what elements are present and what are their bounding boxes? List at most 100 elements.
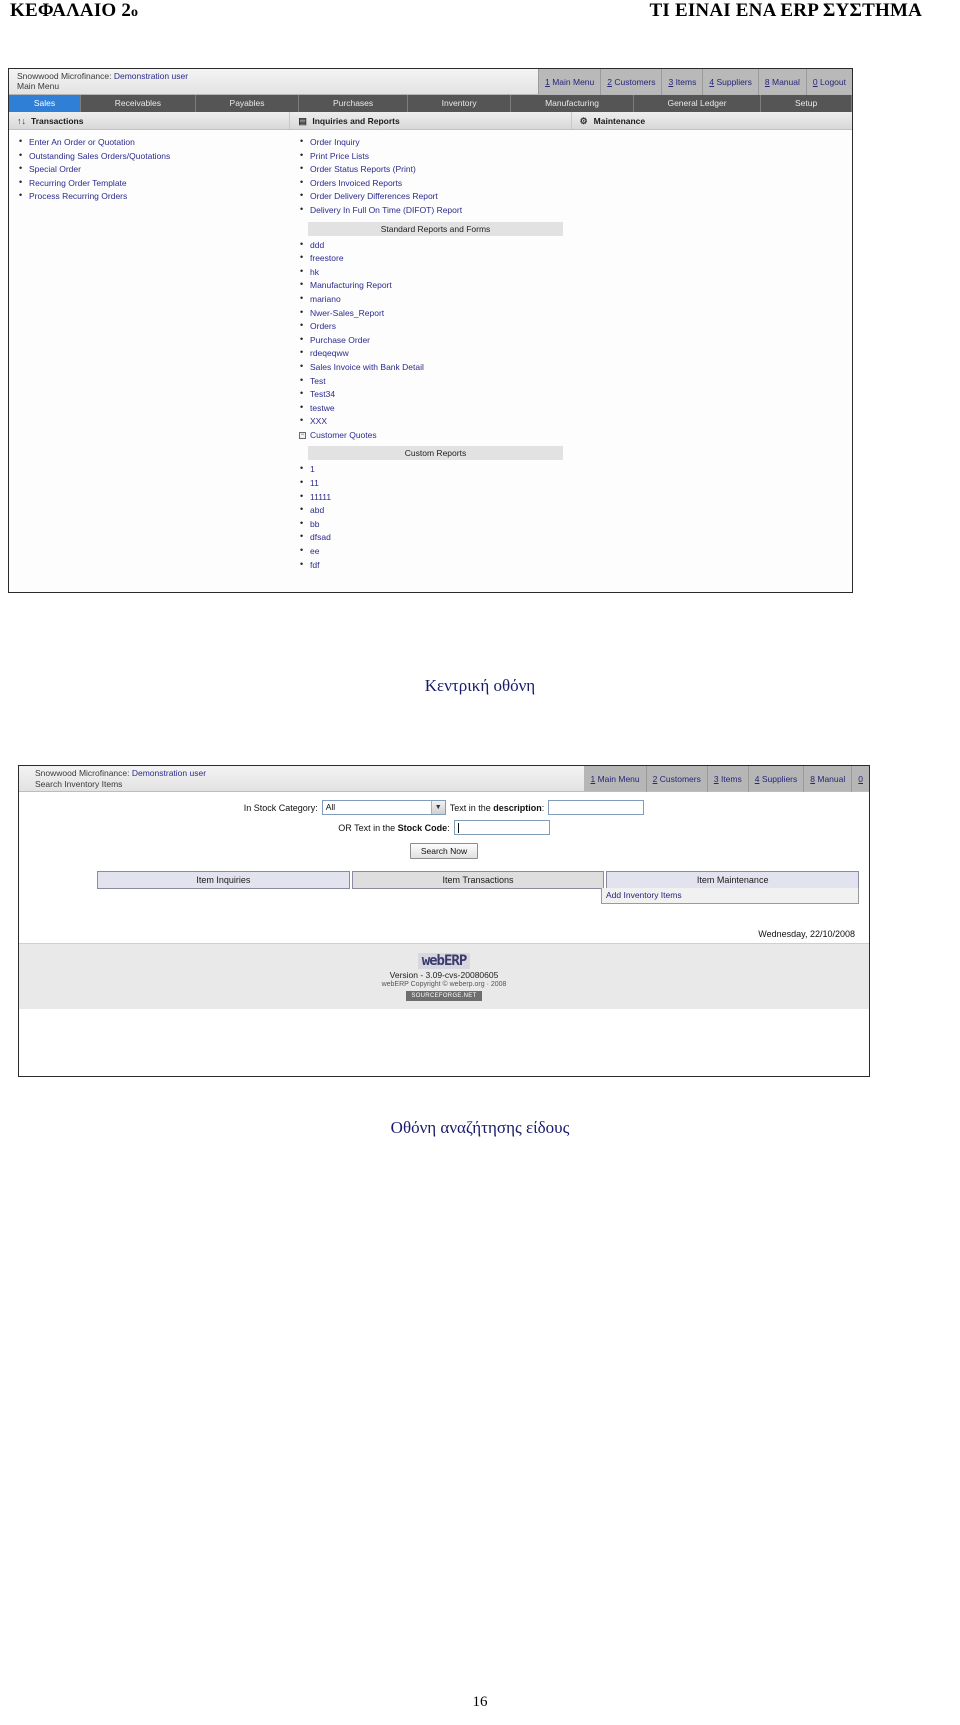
current-user: Demonstration user <box>131 768 207 778</box>
select-stock-category[interactable]: All ▼ <box>321 800 446 815</box>
link-label: Orders <box>310 321 336 332</box>
list-item[interactable]: Special Order <box>17 162 282 177</box>
tab-setup[interactable]: Setup <box>761 95 852 112</box>
nav-link-manual[interactable]: 8 Manual <box>804 765 853 792</box>
submenu-add-inventory-items[interactable]: Add Inventory Items <box>601 888 859 904</box>
nav-link-suppliers[interactable]: 4 Suppliers <box>703 68 759 95</box>
chart-icon: ▤ <box>298 115 307 126</box>
tab-item-inquiries[interactable]: Item Inquiries <box>97 871 350 889</box>
link-label: Test34 <box>310 389 336 400</box>
identity-line-1: Snowwood Microfinance: Demonstration use… <box>17 71 538 81</box>
identity-line-2: Main Menu <box>17 81 60 91</box>
identity-line-2: Search Inventory Items <box>35 779 123 789</box>
list-item[interactable]: Order Status Reports (Print) <box>298 162 563 177</box>
list-item[interactable]: 11 <box>298 476 563 491</box>
nav-link-manual[interactable]: 8 Manual <box>759 68 807 95</box>
tab-purchases[interactable]: Purchases <box>299 95 408 112</box>
link-label: Process Recurring Orders <box>29 191 128 202</box>
copyright-label: webERP Copyright © weberp.org · 2008 <box>381 980 507 988</box>
list-item[interactable]: ee <box>298 544 563 559</box>
sourceforge-badge: SOURCEFORGE.NET <box>406 990 482 1001</box>
search-form: In Stock Category: All ▼ Text in the des… <box>19 792 869 859</box>
link-label: 1 <box>310 464 315 475</box>
list-item[interactable]: freestore <box>298 251 563 266</box>
nav-link-logout[interactable]: 0 Logout <box>807 69 852 95</box>
nav-link-items[interactable]: 3 Items <box>662 68 704 95</box>
tab-manufacturing[interactable]: Manufacturing <box>511 95 634 112</box>
nav-label: Suppliers <box>714 76 752 87</box>
list-item[interactable]: Test <box>298 374 563 389</box>
figure-caption-2: Οθόνη αναζήτησης είδους <box>390 1118 570 1137</box>
tab-receivables[interactable]: Receivables <box>81 95 196 112</box>
screenshot-main-menu: Snowwood Microfinance: Demonstration use… <box>8 68 853 593</box>
description-search-input[interactable] <box>548 800 645 815</box>
list-item[interactable]: bb <box>298 517 563 532</box>
tab-inventory[interactable]: Inventory <box>407 95 512 112</box>
link-label: hk <box>310 266 319 277</box>
tab-sales[interactable]: Sales <box>9 95 81 112</box>
link-label: 11111 <box>310 491 332 502</box>
list-item[interactable]: fdf <box>298 558 563 573</box>
list-item[interactable]: Orders Invoiced Reports <box>298 176 563 191</box>
list-item[interactable]: 11111 <box>298 490 563 505</box>
link-label: Outstanding Sales Orders/Quotations <box>29 150 171 161</box>
collapsible-group-customer-quotes[interactable]: − Customer Quotes <box>298 429 563 443</box>
minus-box-icon[interactable]: − <box>299 431 306 439</box>
list-item[interactable]: 1 <box>298 462 563 477</box>
inquiries-link-list: Order Inquiry Print Price Lists Order St… <box>298 135 563 218</box>
link-label: Sales Invoice with Bank Detail <box>310 361 424 372</box>
list-item[interactable]: rdeqeqww <box>298 346 563 361</box>
list-item[interactable]: Purchase Order <box>298 333 563 348</box>
list-item[interactable]: Order Delivery Differences Report <box>298 189 563 204</box>
list-item[interactable]: testwe <box>298 401 563 416</box>
nav-link-customers[interactable]: 2 Customers <box>601 68 663 95</box>
link-label: Test <box>310 375 326 386</box>
tab-item-transactions[interactable]: Item Transactions <box>351 871 605 889</box>
nav-label: Items <box>673 76 697 87</box>
section-header-row: ↑↓ Transactions ▤ Inquiries and Reports … <box>9 112 852 130</box>
company-name: Snowwood Microfinance: <box>35 768 132 778</box>
list-item[interactable]: Test34 <box>298 387 563 402</box>
tab-item-maintenance[interactable]: Item Maintenance <box>606 871 860 889</box>
list-item[interactable]: Outstanding Sales Orders/Quotations <box>17 149 282 164</box>
nav-link-suppliers[interactable]: 4 Suppliers <box>749 765 805 792</box>
figure-caption-1: Κεντρική οθόνη <box>424 676 536 695</box>
app-identity: Snowwood Microfinance: Demonstration use… <box>9 69 539 94</box>
current-user: Demonstration user <box>113 71 189 81</box>
tab-payables[interactable]: Payables <box>195 95 300 112</box>
list-item[interactable]: Print Price Lists <box>298 149 563 164</box>
list-item[interactable]: dfsad <box>298 530 563 545</box>
list-item[interactable]: mariano <box>298 292 563 307</box>
list-item[interactable]: Nwer-Sales_Report <box>298 306 563 321</box>
list-item[interactable]: Order Inquiry <box>298 135 563 150</box>
company-name: Snowwood Microfinance: <box>17 71 114 81</box>
stock-code-search-input[interactable] <box>453 820 550 835</box>
list-item[interactable]: Recurring Order Template <box>17 176 282 191</box>
link-label: Customer Quotes <box>310 429 377 440</box>
tab-general-ledger[interactable]: General Ledger <box>633 95 762 112</box>
list-item[interactable]: Orders <box>298 319 563 334</box>
section-header-transactions: ↑↓ Transactions <box>9 112 291 129</box>
link-label: rdeqeqww <box>310 348 349 359</box>
gear-icon: ⚙ <box>579 115 588 126</box>
weberp-logo: webERP <box>417 952 471 969</box>
chevron-down-icon[interactable]: ▼ <box>430 801 445 814</box>
search-now-button[interactable]: Search Now <box>409 843 479 859</box>
app-top-bar: Snowwood Microfinance: Demonstration use… <box>19 765 869 792</box>
nav-link-logout[interactable]: 0 <box>852 766 869 792</box>
nav-label: Main Menu <box>595 773 640 784</box>
link-label: Print Price Lists <box>310 150 370 161</box>
list-item[interactable]: Sales Invoice with Bank Detail <box>298 360 563 375</box>
nav-link-main-menu[interactable]: 1 Main Menu <box>539 68 602 95</box>
list-item[interactable]: Process Recurring Orders <box>17 189 282 204</box>
list-item[interactable]: Delivery In Full On Time (DIFOT) Report <box>298 203 563 218</box>
nav-link-main-menu[interactable]: 1 Main Menu <box>584 765 647 792</box>
list-item[interactable]: Enter An Order or Quotation <box>17 135 282 150</box>
list-item[interactable]: hk <box>298 265 563 280</box>
list-item[interactable]: XXX <box>298 414 563 429</box>
nav-link-items[interactable]: 3 Items <box>708 765 749 792</box>
nav-link-customers[interactable]: 2 Customers <box>647 765 708 792</box>
list-item[interactable]: Manufacturing Report <box>298 278 563 293</box>
list-item[interactable]: abd <box>298 503 563 518</box>
list-item[interactable]: ddd <box>298 238 563 253</box>
